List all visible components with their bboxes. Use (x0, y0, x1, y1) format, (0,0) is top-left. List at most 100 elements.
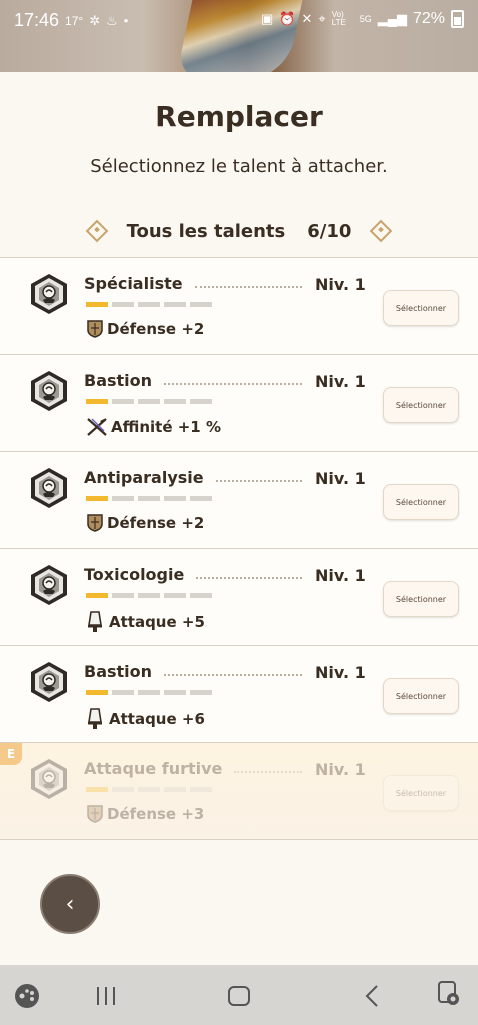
crossed-blades-icon (86, 417, 108, 437)
chevron-left-icon: ‹ (65, 891, 75, 917)
talent-level: Niv. 1 (315, 663, 366, 682)
blade-icon (86, 611, 106, 633)
level-bars (86, 593, 212, 598)
app-notification-icon: ♨ (106, 12, 118, 28)
back-icon[interactable] (365, 985, 379, 1011)
talent-level: Niv. 1 (315, 275, 366, 294)
talent-stat: Défense +2 (86, 320, 204, 338)
talent-name: Bastion (84, 371, 153, 390)
status-right: ▣ ⏰ ✕ ⌖ Vo) LTE 5G ▂▄▆ 72% (261, 10, 464, 28)
level-segment (86, 399, 108, 404)
talent-emblem-icon (27, 757, 71, 801)
talent-emblem-icon (27, 466, 71, 510)
stat-label: Affinité +1 % (111, 418, 221, 436)
level-segment (164, 302, 186, 307)
talent-stat: Attaque +6 (86, 708, 205, 730)
talent-level: Niv. 1 (315, 469, 366, 488)
clipboard-icon: ▣ (261, 11, 274, 26)
blade-icon (86, 708, 106, 730)
talent-filter[interactable]: Tous les talents 6/10 (0, 216, 478, 246)
level-segment (164, 399, 186, 404)
talent-emblem-icon (27, 272, 71, 316)
leader-dots (164, 674, 302, 676)
location-icon: ⌖ (318, 11, 326, 26)
talent-name: Attaque furtive (84, 759, 223, 778)
talent-name: Spécialiste (84, 274, 183, 293)
level-bars (86, 690, 212, 695)
diamond-right-icon[interactable] (370, 219, 393, 243)
talent-stat: Défense +3 (86, 805, 204, 823)
shield-icon (86, 805, 104, 823)
talent-emblem-icon (27, 369, 71, 413)
select-button[interactable]: Sélectionner (383, 387, 459, 423)
mute-icon: ✕ (301, 11, 313, 26)
level-segment (190, 787, 212, 792)
gear-notification-icon: ✲ (89, 12, 101, 28)
select-button[interactable]: Sélectionner (383, 581, 459, 617)
leader-dots (195, 286, 302, 288)
back-button[interactable]: ‹ (40, 874, 100, 934)
select-button[interactable]: Sélectionner (383, 678, 459, 714)
talent-stat: Défense +2 (86, 514, 204, 532)
status-temperature: 17° (65, 13, 84, 28)
level-segment (112, 496, 134, 501)
home-icon[interactable] (228, 986, 250, 1010)
level-segment (190, 593, 212, 598)
talent-row[interactable]: E Attaque furtive Niv. 1 Défense +3 Séle… (0, 742, 478, 840)
signal-icon: ▂▄▆ (377, 11, 407, 26)
talent-stat: Attaque +5 (86, 611, 205, 633)
stat-label: Défense +2 (107, 320, 205, 338)
level-segment (86, 787, 108, 792)
filter-count: 6/10 (307, 220, 352, 242)
level-segment (138, 690, 160, 695)
diamond-left-icon[interactable] (85, 219, 108, 243)
level-segment (164, 690, 186, 695)
level-segment (112, 690, 134, 695)
level-segment (164, 496, 186, 501)
stat-label: Défense +2 (107, 514, 205, 532)
recent-apps-icon[interactable] (95, 987, 117, 1009)
select-button[interactable]: Sélectionner (383, 290, 459, 326)
leader-dots (164, 383, 302, 385)
level-segment (138, 593, 160, 598)
level-segment (86, 690, 108, 695)
talent-name: Bastion (84, 662, 153, 681)
status-left: 17:46 17° ✲ ♨ • (14, 10, 128, 31)
navigation-bar (0, 965, 478, 1025)
talent-row[interactable]: Bastion Niv. 1 Attaque +6 Sélectionner (0, 645, 478, 742)
level-segment (164, 593, 186, 598)
talent-stat: Affinité +1 % (86, 417, 221, 437)
talent-row[interactable]: Spécialiste Niv. 1 Défense +2 Sélectionn… (0, 257, 478, 354)
leader-dots (216, 480, 302, 482)
level-segment (112, 593, 134, 598)
select-button[interactable]: Sélectionner (383, 775, 459, 811)
talent-name: Toxicologie (84, 565, 185, 584)
talent-row[interactable]: Bastion Niv. 1 Affinité +1 % Sélectionne… (0, 354, 478, 451)
game-launcher-icon[interactable] (14, 983, 40, 1013)
talent-level: Niv. 1 (315, 566, 366, 585)
level-bars (86, 302, 212, 307)
alarm-icon: ⏰ (279, 11, 296, 26)
talent-level: Niv. 1 (315, 760, 366, 779)
status-bar: 17:46 17° ✲ ♨ • ▣ ⏰ ✕ ⌖ Vo) LTE 5G ▂▄▆ 7… (0, 0, 478, 72)
battery-icon (451, 10, 464, 28)
select-button[interactable]: Sélectionner (383, 484, 459, 520)
equipped-tag: E (0, 743, 22, 765)
level-segment (138, 399, 160, 404)
stat-label: Attaque +5 (109, 613, 205, 631)
level-segment (138, 496, 160, 501)
shield-icon (86, 320, 104, 338)
level-segment (112, 787, 134, 792)
leader-dots (234, 771, 302, 773)
talent-row[interactable]: Antiparalysie Niv. 1 Défense +2 Sélectio… (0, 451, 478, 548)
assistant-icon[interactable] (438, 981, 464, 1013)
level-segment (138, 302, 160, 307)
talent-list: Spécialiste Niv. 1 Défense +2 Sélectionn… (0, 257, 478, 840)
level-segment (112, 302, 134, 307)
shield-icon (86, 514, 104, 532)
status-time: 17:46 (14, 10, 60, 30)
talent-emblem-icon (27, 563, 71, 607)
battery-percent: 72% (412, 10, 445, 27)
talent-row[interactable]: Toxicologie Niv. 1 Attaque +5 Sélectionn… (0, 548, 478, 645)
level-segment (86, 593, 108, 598)
